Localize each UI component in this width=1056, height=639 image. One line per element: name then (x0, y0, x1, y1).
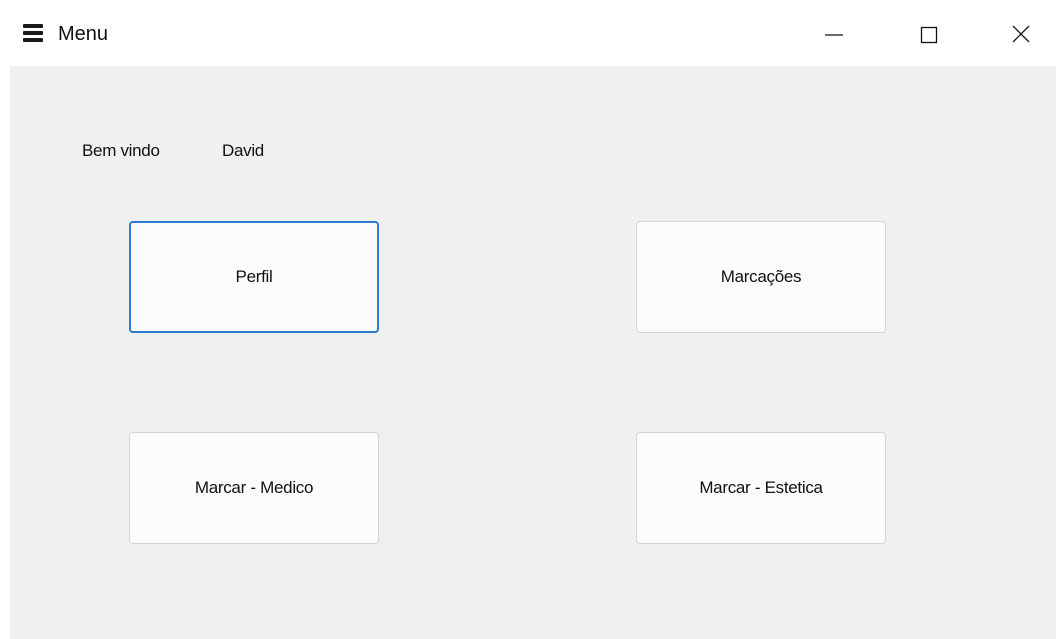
minimize-icon (825, 34, 843, 36)
window-title: Menu (58, 23, 109, 45)
user-name-label: David (222, 141, 264, 160)
marcar-estetica-button[interactable]: Marcar - Estetica (636, 432, 886, 544)
perfil-button[interactable]: Perfil (129, 221, 379, 333)
marcar-medico-button[interactable]: Marcar - Medico (129, 432, 379, 544)
minimize-button[interactable] (810, 10, 856, 56)
client-area (10, 66, 1056, 639)
marcacoes-button[interactable]: Marcações (636, 221, 886, 333)
close-icon (1012, 25, 1030, 43)
hamburger-menu-icon[interactable] (23, 23, 43, 43)
welcome-label: Bem vindo (82, 141, 160, 160)
maximize-button[interactable] (905, 10, 951, 56)
maximize-icon (920, 26, 938, 44)
close-button[interactable] (998, 10, 1044, 56)
title-bar[interactable]: Menu (0, 0, 1056, 66)
app-window: Menu Bem vindo David Perfil Marcações Ma… (0, 0, 1056, 639)
